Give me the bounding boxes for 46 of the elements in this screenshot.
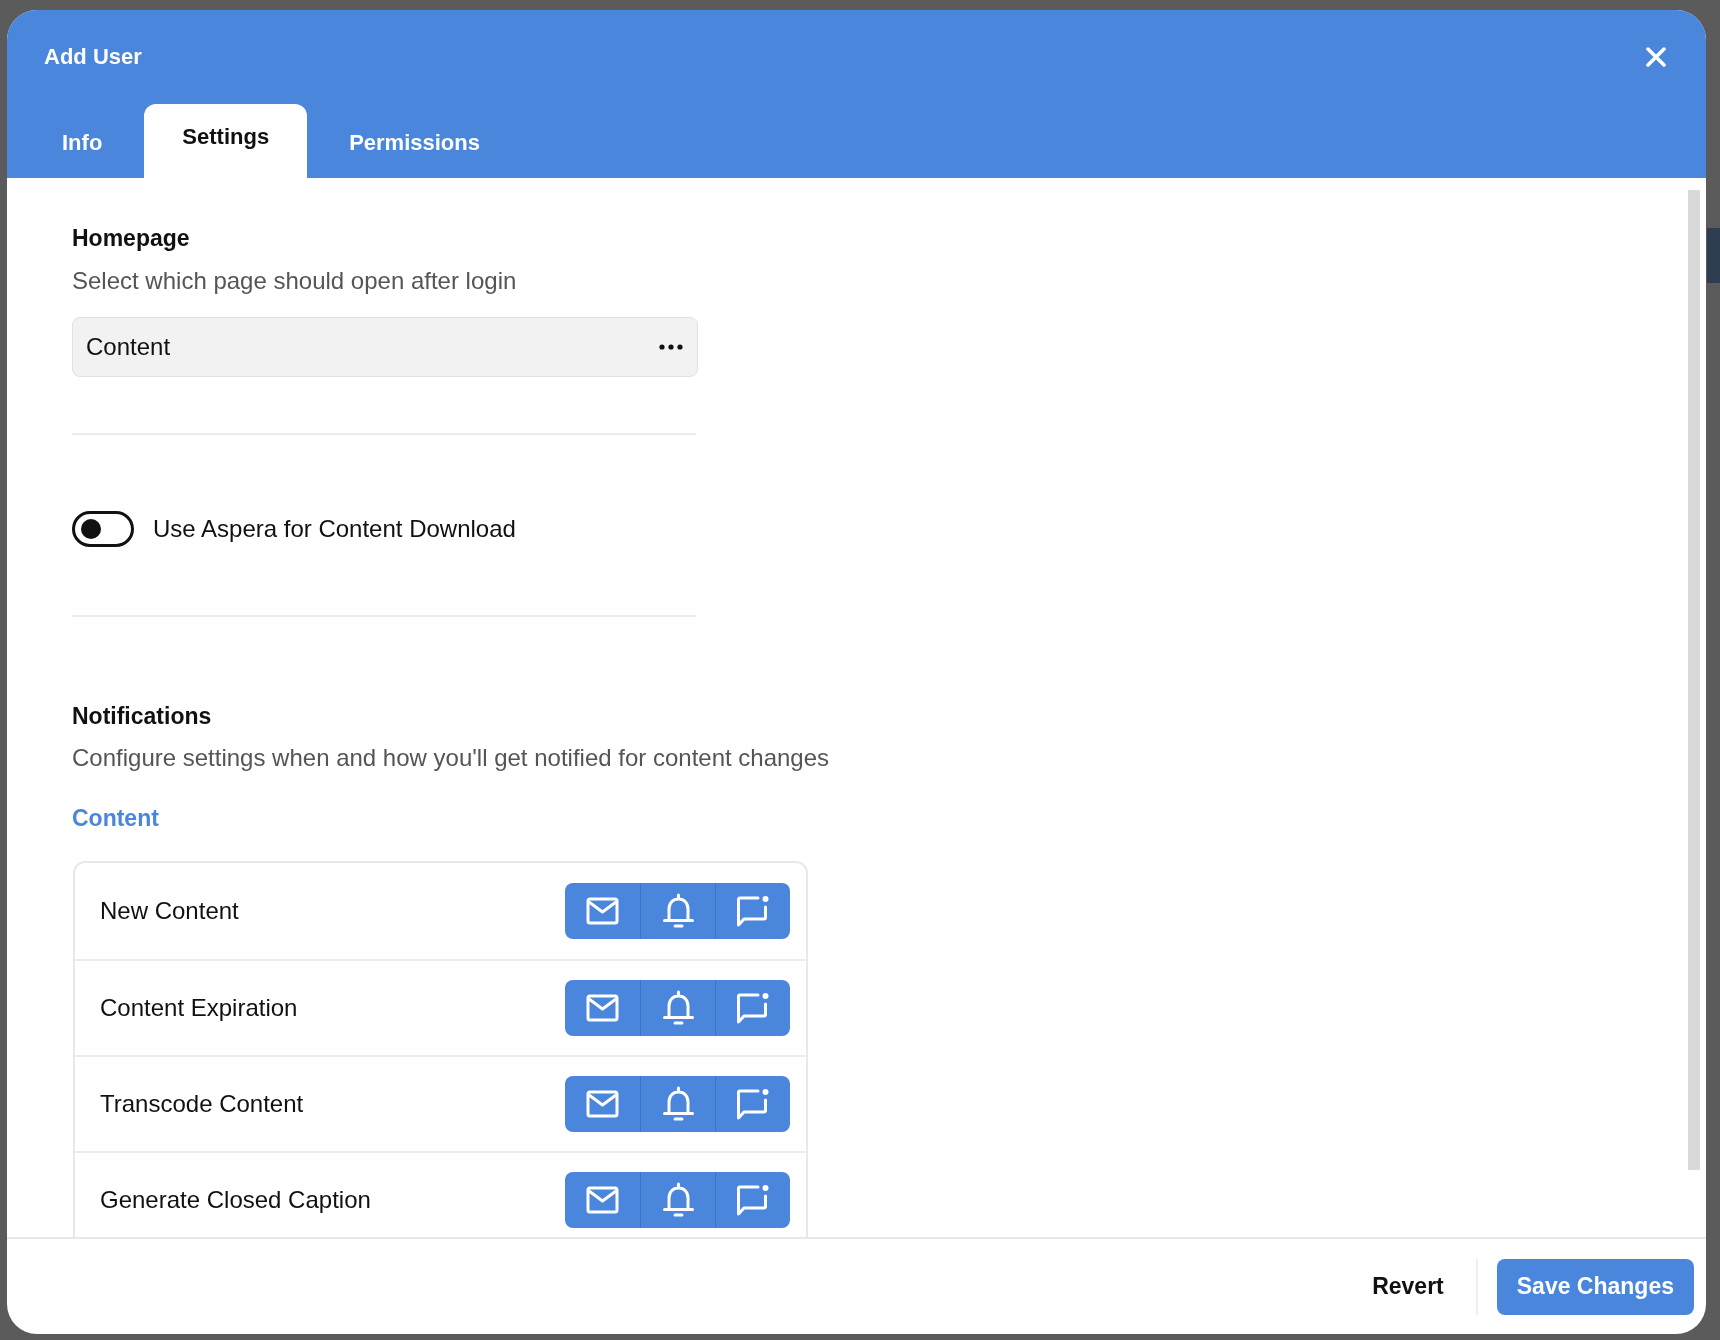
chat-icon	[736, 1088, 770, 1120]
homepage-field[interactable]: Content	[72, 317, 698, 377]
mail-icon	[586, 1090, 619, 1118]
email-button[interactable]	[565, 980, 640, 1036]
bell-icon	[661, 990, 695, 1026]
message-button[interactable]	[715, 1076, 790, 1132]
toggle-switch[interactable]	[72, 511, 134, 547]
email-button[interactable]	[565, 1076, 640, 1132]
scrollbar[interactable]	[1688, 190, 1700, 1170]
save-button[interactable]: Save Changes	[1496, 1258, 1694, 1315]
bell-button[interactable]	[640, 883, 715, 939]
notification-label: New Content	[100, 897, 239, 925]
section-description: Configure settings when and how you'll get notified for content changes	[72, 743, 830, 773]
group-title: Content	[72, 804, 159, 833]
bell-icon	[661, 1182, 695, 1218]
more-icon	[659, 344, 683, 350]
bell-button[interactable]	[640, 1172, 715, 1228]
message-button[interactable]	[715, 883, 790, 939]
section-heading: Homepage	[72, 224, 190, 253]
chat-icon	[736, 895, 770, 927]
chat-icon	[736, 992, 770, 1024]
bell-button[interactable]	[640, 1076, 715, 1132]
notification-label: Transcode Content	[100, 1090, 304, 1118]
notification-label: Content Expiration	[100, 994, 298, 1022]
close-icon	[1646, 47, 1666, 67]
mail-icon	[586, 994, 619, 1022]
tab[interactable]: Permissions	[311, 108, 518, 178]
bell-icon	[661, 1086, 695, 1122]
mail-icon	[586, 1186, 619, 1214]
tab[interactable]: Settings	[144, 104, 308, 178]
toggle-label: Use Aspera for Content Download	[153, 514, 516, 544]
dialog-title: Add User	[44, 43, 142, 71]
bell-button[interactable]	[640, 980, 715, 1036]
email-button[interactable]	[565, 1172, 640, 1228]
message-button[interactable]	[715, 980, 790, 1036]
chat-icon	[736, 1184, 770, 1216]
section-heading: Notifications	[72, 702, 212, 731]
bell-icon	[661, 893, 695, 929]
mail-icon	[586, 897, 619, 925]
notification-label: Generate Closed Caption	[100, 1186, 371, 1214]
tab[interactable]: Info	[24, 108, 141, 178]
revert-button[interactable]: Revert	[1370, 1258, 1446, 1315]
section-description: Select which page should open after login	[72, 266, 517, 296]
message-button[interactable]	[715, 1172, 790, 1228]
email-button[interactable]	[565, 883, 640, 939]
backdrop-panel	[1707, 228, 1720, 283]
